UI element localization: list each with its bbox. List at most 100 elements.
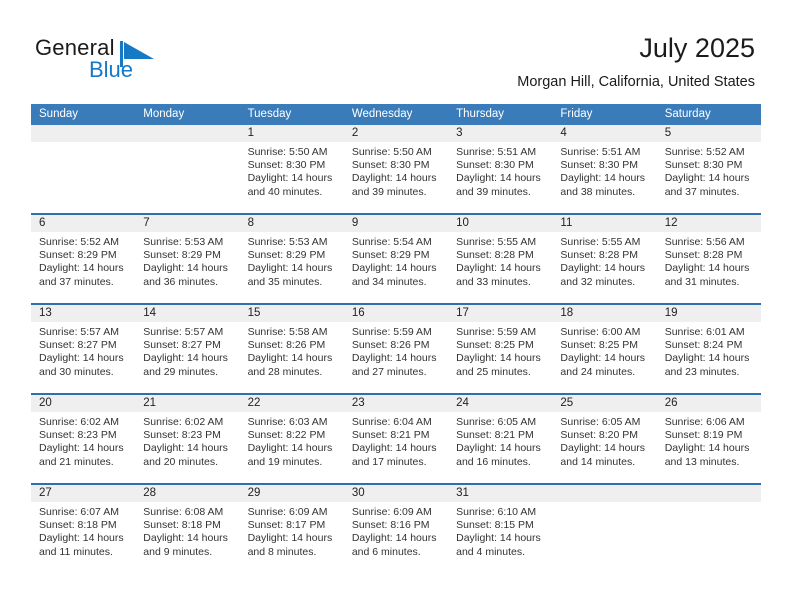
day-cell[interactable]: Sunrise: 6:02 AM Sunset: 8:23 PM Daylight:…	[31, 412, 135, 483]
day-info-line: and 16 minutes.	[456, 455, 531, 468]
day-info-line: Daylight: 14 hours	[351, 352, 437, 365]
day-number[interactable]: 12	[657, 215, 761, 232]
day-cell[interactable]: Sunrise: 5:52 AM Sunset: 8:30 PM Daylight:…	[657, 142, 761, 213]
day-number[interactable]: 25	[552, 395, 656, 412]
weekday-header-wednesday: Wednesday	[351, 108, 413, 120]
day-number[interactable]: 30	[344, 485, 448, 502]
day-number[interactable]: 2	[344, 125, 448, 142]
calendar-week-row: 13 14 15 16 17 18 19 Sunrise: 5:57 AM Sunset: 8:…	[31, 303, 761, 393]
day-info-line: and 37 minutes.	[664, 185, 740, 198]
day-cell[interactable]: Sunrise: 6:05 AM Sunset: 8:21 PM Daylight:…	[448, 412, 552, 483]
day-number[interactable]: 1	[240, 125, 344, 142]
day-info-line: Sunrise: 6:02 AM	[143, 416, 224, 428]
day-cell[interactable]: Sunrise: 5:59 AM Sunset: 8:25 PM Daylight:…	[448, 322, 552, 393]
day-cell-empty	[31, 142, 135, 213]
day-cell[interactable]: Sunrise: 5:50 AM Sunset: 8:30 PM Daylight:…	[344, 142, 448, 213]
calendar-weeks: 1 2 3 4 5 Sunrise: 5:50 AM Sunset: 8:30 PM Dayl…	[31, 125, 761, 573]
day-info-line: Sunset: 8:30 PM	[247, 159, 326, 172]
day-number[interactable]: 28	[135, 485, 239, 502]
day-info-line: Sunset: 8:19 PM	[664, 429, 743, 442]
day-details-row: Sunrise: 5:57 AM Sunset: 8:27 PM Daylight:…	[31, 322, 761, 393]
day-cell[interactable]: Sunrise: 6:03 AM Sunset: 8:22 PM Daylight:…	[240, 412, 344, 483]
day-number[interactable]: 18	[552, 305, 656, 322]
day-cell[interactable]: Sunrise: 5:54 AM Sunset: 8:29 PM Daylight:…	[344, 232, 448, 303]
day-number-empty	[657, 485, 761, 502]
day-number[interactable]: 19	[657, 305, 761, 322]
day-cell[interactable]: Sunrise: 5:57 AM Sunset: 8:27 PM Daylight:…	[135, 322, 239, 393]
day-info-line: Sunrise: 6:05 AM	[456, 416, 537, 428]
day-cell[interactable]: Sunrise: 5:56 AM Sunset: 8:28 PM Daylight:…	[657, 232, 761, 303]
day-info-line: and 13 minutes.	[664, 455, 740, 468]
day-cell[interactable]: Sunrise: 5:53 AM Sunset: 8:29 PM Daylight:…	[240, 232, 344, 303]
day-number[interactable]: 26	[657, 395, 761, 412]
day-number[interactable]: 22	[240, 395, 344, 412]
day-number[interactable]: 6	[31, 215, 135, 232]
day-number[interactable]: 31	[448, 485, 552, 502]
day-cell[interactable]: Sunrise: 6:09 AM Sunset: 8:17 PM Daylight:…	[240, 502, 344, 573]
day-info-line: Sunrise: 6:00 AM	[560, 326, 641, 338]
day-info-line: Daylight: 14 hours	[351, 532, 437, 545]
day-info-line: Daylight: 14 hours	[143, 352, 228, 365]
day-cell[interactable]: Sunrise: 5:51 AM Sunset: 8:30 PM Daylight:…	[552, 142, 656, 213]
day-number[interactable]: 16	[344, 305, 448, 322]
day-info-line: Daylight: 14 hours	[39, 262, 124, 275]
day-cell[interactable]: Sunrise: 6:05 AM Sunset: 8:20 PM Daylight:…	[552, 412, 656, 483]
day-cell[interactable]: Sunrise: 5:53 AM Sunset: 8:29 PM Daylight:…	[135, 232, 239, 303]
day-number[interactable]: 21	[135, 395, 239, 412]
day-info-line: Sunrise: 6:08 AM	[143, 506, 224, 518]
day-number[interactable]: 5	[657, 125, 761, 142]
day-number[interactable]: 29	[240, 485, 344, 502]
day-number-band: 20 21 22 23 24 25 26	[31, 395, 761, 412]
day-info-line: Sunrise: 5:57 AM	[143, 326, 224, 338]
day-cell[interactable]: Sunrise: 6:08 AM Sunset: 8:18 PM Daylight:…	[135, 502, 239, 573]
day-info-line: Daylight: 14 hours	[664, 352, 750, 365]
day-number[interactable]: 9	[344, 215, 448, 232]
page-header: General Blue July 2025 Morgan Hill, Cali…	[0, 0, 792, 100]
day-info-line: Sunrise: 6:07 AM	[39, 506, 119, 518]
page-title: July 2025	[639, 33, 755, 63]
day-info-line: Daylight: 14 hours	[351, 262, 437, 275]
day-number-band: 13 14 15 16 17 18 19	[31, 305, 761, 322]
day-cell[interactable]: Sunrise: 6:09 AM Sunset: 8:16 PM Daylight:…	[344, 502, 448, 573]
day-number[interactable]: 24	[448, 395, 552, 412]
day-cell[interactable]: Sunrise: 6:02 AM Sunset: 8:23 PM Daylight:…	[135, 412, 239, 483]
day-cell[interactable]: Sunrise: 6:06 AM Sunset: 8:19 PM Daylight:…	[657, 412, 761, 483]
day-number[interactable]: 8	[240, 215, 344, 232]
day-cell[interactable]: Sunrise: 6:04 AM Sunset: 8:21 PM Daylight:…	[344, 412, 448, 483]
day-number[interactable]: 23	[344, 395, 448, 412]
day-info-line: Daylight: 14 hours	[143, 532, 228, 545]
day-number[interactable]: 3	[448, 125, 552, 142]
day-info-line: Daylight: 14 hours	[560, 262, 646, 275]
day-info-line: Daylight: 14 hours	[456, 442, 541, 455]
day-number[interactable]: 7	[135, 215, 239, 232]
day-cell[interactable]: Sunrise: 5:59 AM Sunset: 8:26 PM Daylight:…	[344, 322, 448, 393]
day-cell[interactable]: Sunrise: 6:07 AM Sunset: 8:18 PM Daylight:…	[31, 502, 135, 573]
day-number[interactable]: 10	[448, 215, 552, 232]
day-number[interactable]: 14	[135, 305, 239, 322]
day-cell[interactable]: Sunrise: 5:55 AM Sunset: 8:28 PM Daylight:…	[448, 232, 552, 303]
day-info-line: Sunset: 8:29 PM	[351, 249, 430, 262]
day-details-row: Sunrise: 5:52 AM Sunset: 8:29 PM Daylight:…	[31, 232, 761, 303]
day-number[interactable]: 27	[31, 485, 135, 502]
day-number[interactable]: 11	[552, 215, 656, 232]
day-cell[interactable]: Sunrise: 5:58 AM Sunset: 8:26 PM Daylight:…	[240, 322, 344, 393]
day-number[interactable]: 15	[240, 305, 344, 322]
day-number[interactable]: 13	[31, 305, 135, 322]
day-cell[interactable]: Sunrise: 6:01 AM Sunset: 8:24 PM Daylight:…	[657, 322, 761, 393]
day-cell[interactable]: Sunrise: 5:50 AM Sunset: 8:30 PM Daylight:…	[240, 142, 344, 213]
brand-logo[interactable]: General Blue	[35, 35, 195, 87]
day-number[interactable]: 20	[31, 395, 135, 412]
day-cell[interactable]: Sunrise: 5:51 AM Sunset: 8:30 PM Daylight:…	[448, 142, 552, 213]
day-cell[interactable]: Sunrise: 5:55 AM Sunset: 8:28 PM Daylight:…	[552, 232, 656, 303]
day-cell[interactable]: Sunrise: 6:10 AM Sunset: 8:15 PM Daylight:…	[448, 502, 552, 573]
day-cell[interactable]: Sunrise: 6:00 AM Sunset: 8:25 PM Daylight:…	[552, 322, 656, 393]
day-cell[interactable]: Sunrise: 5:57 AM Sunset: 8:27 PM Daylight:…	[31, 322, 135, 393]
day-number[interactable]: 4	[552, 125, 656, 142]
day-info-line: Daylight: 14 hours	[143, 442, 228, 455]
day-number[interactable]: 17	[448, 305, 552, 322]
day-cell[interactable]: Sunrise: 5:52 AM Sunset: 8:29 PM Daylight:…	[31, 232, 135, 303]
day-info-line: Sunrise: 5:59 AM	[351, 326, 432, 338]
day-info-line: Sunrise: 5:58 AM	[247, 326, 328, 338]
day-info-line: Sunrise: 6:09 AM	[351, 506, 432, 518]
day-number-empty	[552, 485, 656, 502]
